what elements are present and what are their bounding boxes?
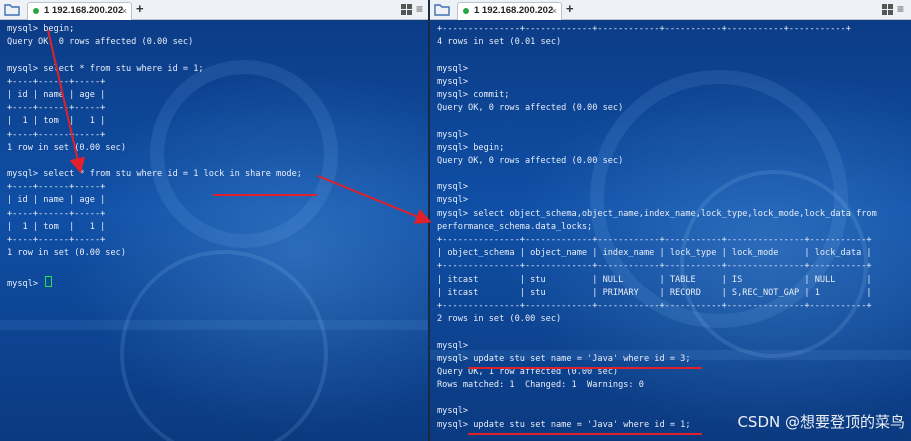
left-tab-bar: 1 192.168.200.202 × + ≡ — [0, 0, 428, 20]
grid-view-icon[interactable] — [882, 4, 894, 16]
prompt-line: mysql> — [7, 274, 428, 289]
terminal-line: mysql> select object_schema,object_name,… — [437, 208, 877, 219]
terminal-line: +----+------+-----+ — [7, 208, 106, 219]
terminal-line: Query OK, 0 rows affected (0.00 sec) — [437, 103, 624, 114]
terminal-line: 4 rows in set (0.01 sec) — [437, 37, 562, 48]
left-terminal-pane: 1 192.168.200.202 × + ≡ mysql> begin; Qu… — [0, 0, 428, 441]
terminal-line: 2 rows in set (0.00 sec) — [437, 314, 562, 325]
terminal-line: mysql> — [437, 195, 469, 206]
terminal-line: 1 row in set (0.00 sec) — [7, 248, 126, 259]
close-tab-icon[interactable]: × — [122, 3, 127, 19]
watermark: CSDN @想要登顶的菜鸟 — [737, 413, 905, 431]
right-terminal-output[interactable]: +---------------+-------------+---------… — [430, 20, 911, 441]
terminal-line: mysql> — [437, 182, 469, 193]
terminal-line: mysql> — [437, 76, 469, 87]
highlight-underline — [213, 194, 317, 196]
grid-view-icon[interactable] — [401, 4, 413, 16]
terminal-line: | itcast | stu | PRIMARY | RECORD | S,RE… — [437, 287, 872, 298]
terminal-line: +----+------+-----+ — [7, 235, 106, 245]
right-terminal-lines: +---------------+-------------+---------… — [430, 20, 911, 432]
add-tab-icon[interactable]: + — [566, 1, 574, 16]
session-tab-label: 1 192.168.200.202 — [474, 5, 554, 16]
right-tab-bar: 1 192.168.200.202 × + ≡ — [430, 0, 911, 20]
terminal-line: | id | name | age | — [7, 89, 106, 100]
connected-status-icon — [33, 8, 39, 14]
terminal-line: Query OK, 0 rows affected (0.00 sec) — [437, 155, 624, 166]
highlight-underline — [468, 367, 702, 369]
terminal-line: mysql> select * from stu where id = 1; — [7, 63, 204, 74]
highlight-underline — [468, 433, 702, 435]
menu-icon[interactable]: ≡ — [416, 2, 423, 16]
session-tab[interactable]: 1 192.168.200.202 × — [457, 2, 562, 20]
terminal-line: | 1 | tom | 1 | — [7, 221, 106, 232]
menu-icon[interactable]: ≡ — [897, 2, 904, 16]
terminal-line: mysql> select * from stu where id = 1 lo… — [7, 169, 302, 180]
terminal-line: +---------------+-------------+---------… — [437, 261, 872, 272]
left-terminal-output[interactable]: mysql> begin; Query OK, 0 rows affected … — [0, 20, 428, 441]
terminal-line: mysql> update stu set name = 'Java' wher… — [437, 353, 691, 364]
terminal-line: | itcast | stu | NULL | TABLE | IS | NUL… — [437, 274, 872, 285]
terminal-line: +----+------+-----+ — [7, 129, 106, 140]
terminal-line: mysql> — [437, 340, 469, 351]
terminal-line: | id | name | age | — [7, 195, 106, 206]
folder-icon[interactable] — [4, 3, 20, 16]
terminal-line: | 1 | tom | 1 | — [7, 116, 106, 127]
terminal-line: mysql> — [437, 129, 469, 140]
terminal-line: +---------------+-------------+---------… — [437, 300, 872, 311]
terminal-line: Query OK, 0 rows affected (0.00 sec) — [7, 37, 194, 48]
terminal-line: +---------------+-------------+---------… — [437, 24, 851, 34]
session-tab[interactable]: 1 192.168.200.202 × — [27, 2, 132, 20]
terminal-line: mysql> begin; — [7, 24, 75, 34]
terminal-line: +----+------+-----+ — [7, 182, 106, 193]
terminal-line: | object_schema | object_name | index_na… — [437, 248, 872, 259]
connected-status-icon — [463, 8, 469, 14]
right-terminal-pane: 1 192.168.200.202 × + ≡ +---------------… — [428, 0, 911, 441]
background-bar-decoration — [0, 320, 428, 330]
folder-icon[interactable] — [434, 3, 450, 16]
add-tab-icon[interactable]: + — [136, 1, 144, 16]
left-terminal-lines: mysql> begin; Query OK, 0 rows affected … — [0, 20, 428, 289]
terminal-line: +----+------+-----+ — [7, 103, 106, 114]
terminal-line: performance_schema.data_locks; — [437, 221, 593, 232]
terminal-line: mysql> commit; — [437, 89, 510, 100]
close-tab-icon[interactable]: × — [552, 3, 557, 19]
terminal-line: +----+------+-----+ — [7, 76, 106, 87]
terminal-prompt: mysql> — [7, 278, 44, 289]
terminal-line: +---------------+-------------+---------… — [437, 235, 872, 245]
terminal-line: Rows matched: 1 Changed: 1 Warnings: 0 — [437, 380, 644, 391]
terminal-line: mysql> — [437, 63, 469, 74]
session-tab-label: 1 192.168.200.202 — [44, 5, 124, 16]
terminal-line: 1 row in set (0.00 sec) — [7, 142, 126, 153]
terminal-cursor — [45, 275, 53, 287]
terminal-line: mysql> begin; — [437, 142, 505, 153]
